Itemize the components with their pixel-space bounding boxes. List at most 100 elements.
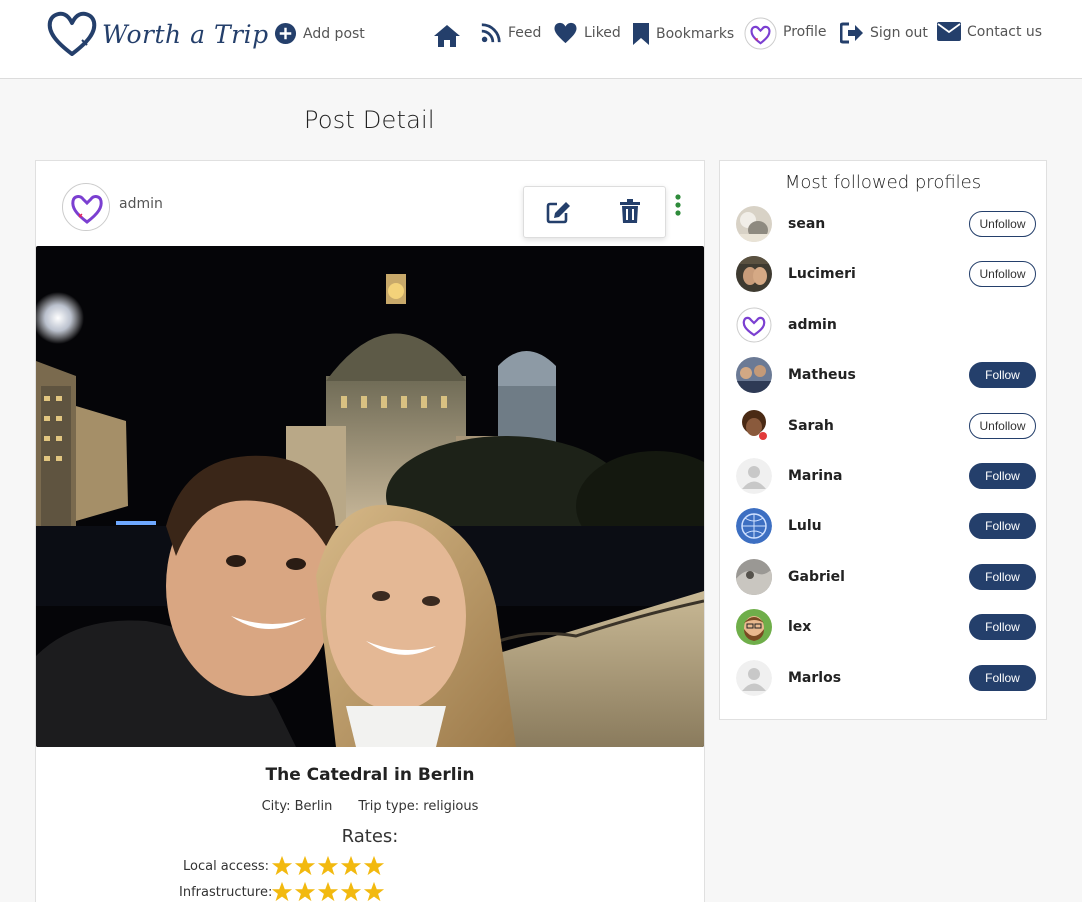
profile-avatar[interactable] [736, 357, 772, 394]
brand-name: Worth a Trip [102, 19, 269, 49]
author-avatar[interactable] [62, 183, 110, 231]
star-icon [317, 881, 339, 902]
nav-add-post-label: Add post [303, 25, 365, 42]
profile-row: Lucimeri Unfollow [736, 255, 1036, 293]
heart-logo-icon [47, 11, 97, 56]
rates-title: Rates: [341, 826, 399, 847]
star-icon [340, 855, 362, 876]
profile-avatar[interactable] [736, 609, 772, 646]
rate-row-infrastructure: Infrastructure: [179, 881, 386, 902]
nav-bookmarks[interactable]: Bookmarks [632, 22, 734, 46]
profile-row: sean Unfollow [736, 205, 1036, 243]
edit-icon [546, 202, 570, 224]
unfollow-button[interactable]: Unfollow [969, 211, 1036, 237]
post-actions-dropdown [523, 186, 666, 238]
logo-avatar-icon [64, 185, 109, 230]
profile-avatar[interactable] [736, 458, 772, 494]
profile-row: admin [736, 306, 1036, 344]
profile-avatar[interactable] [736, 307, 772, 343]
rating-stars [271, 881, 386, 902]
nav-contact-us[interactable]: Contact us [937, 22, 1042, 41]
star-icon [340, 881, 362, 902]
profile-row: lex Follow [736, 608, 1036, 646]
nav-bookmarks-label: Bookmarks [656, 26, 735, 42]
post-title: The Catedral in Berlin [265, 765, 475, 785]
post-meta: City: Berlin Trip type: religious [36, 799, 704, 814]
post-city: City: Berlin [261, 799, 333, 814]
profile-name[interactable]: sean [788, 216, 969, 232]
nav-liked[interactable]: Liked [553, 22, 621, 44]
profile-row: Marina Follow [736, 457, 1036, 495]
follow-button[interactable]: Follow [969, 563, 1036, 590]
follow-button[interactable]: Follow [969, 664, 1036, 691]
edit-post-button[interactable] [546, 200, 572, 228]
page-title: Post Detail [304, 106, 435, 134]
nav-sign-out[interactable]: Sign out [840, 22, 928, 44]
profile-avatar[interactable] [736, 558, 772, 595]
star-icon [294, 855, 316, 876]
nav-profile[interactable]: Profile [744, 17, 827, 50]
follow-button[interactable]: Follow [969, 362, 1036, 389]
post-author-name[interactable]: admin [119, 196, 163, 212]
profile-avatar-icon [744, 17, 777, 50]
nav-home[interactable] [433, 24, 461, 48]
bookmark-icon [633, 23, 649, 45]
nav-sign-out-label: Sign out [870, 25, 928, 41]
nav-feed[interactable]: Feed [480, 22, 541, 44]
most-followed-panel: Most followed profiles sean Unfollow Lucim… [719, 160, 1047, 720]
brand-logo[interactable]: Worth a Trip [46, 8, 269, 60]
rate-label: Local access: [182, 858, 269, 874]
profile-avatar[interactable] [736, 407, 772, 444]
profile-name[interactable]: Lucimeri [788, 266, 969, 282]
unfollow-button[interactable]: Unfollow [969, 261, 1036, 288]
nav-add-post[interactable]: Add post [274, 22, 365, 45]
trash-icon [620, 199, 640, 223]
envelope-icon [937, 22, 961, 41]
follow-button[interactable]: Follow [969, 614, 1036, 641]
more-options-button[interactable] [674, 194, 682, 220]
navbar: Worth a Trip Add post Feed Liked Bookmar… [0, 0, 1082, 79]
rate-label: Infrastructure: [179, 884, 273, 900]
profile-avatar[interactable] [736, 256, 772, 293]
plus-circle-icon [274, 22, 297, 45]
nav-contact-us-label: Contact us [967, 23, 1043, 40]
home-icon [434, 25, 460, 47]
profile-row: Sarah Unfollow [736, 407, 1036, 445]
profile-row: Matheus Follow [736, 356, 1036, 394]
post-trip-type: Trip type: religious [358, 799, 479, 814]
profile-name[interactable]: Gabriel [788, 569, 969, 585]
star-icon [363, 855, 385, 876]
profile-name[interactable]: Lulu [788, 518, 969, 534]
profile-row: Lulu Follow [736, 507, 1036, 545]
rss-icon [481, 23, 501, 43]
profile-name[interactable]: lex [788, 619, 969, 635]
sign-out-icon [840, 22, 863, 44]
rate-row-local-access: Local access: [179, 855, 386, 877]
profile-row: Marlos Follow [736, 659, 1036, 697]
profile-avatar[interactable] [736, 206, 772, 242]
sidebar-title: Most followed profiles [784, 172, 982, 193]
star-icon [363, 881, 385, 902]
unfollow-button[interactable]: Unfollow [969, 412, 1036, 439]
profile-name[interactable]: Marina [788, 468, 969, 484]
post-card: admin The Catedral in Berlin City: Berli… [35, 160, 705, 902]
profile-name[interactable]: admin [788, 317, 969, 333]
profile-avatar[interactable] [736, 659, 772, 696]
nav-feed-label: Feed [508, 25, 542, 41]
star-icon [271, 855, 293, 876]
profile-name[interactable]: Marlos [788, 670, 969, 686]
follow-button[interactable]: Follow [969, 463, 1036, 489]
profile-name[interactable]: Matheus [788, 367, 969, 383]
star-icon [294, 881, 316, 902]
profile-row: Gabriel Follow [736, 558, 1036, 596]
profile-avatar[interactable] [736, 508, 772, 545]
delete-post-button[interactable] [620, 199, 640, 228]
post-photo [36, 246, 704, 747]
follow-button[interactable]: Follow [969, 513, 1036, 540]
profile-name[interactable]: Sarah [788, 418, 969, 434]
nav-liked-label: Liked [584, 25, 621, 41]
star-icon [317, 855, 339, 876]
post-photo-image [36, 246, 704, 747]
star-icon [271, 881, 293, 902]
rating-stars [271, 855, 386, 877]
